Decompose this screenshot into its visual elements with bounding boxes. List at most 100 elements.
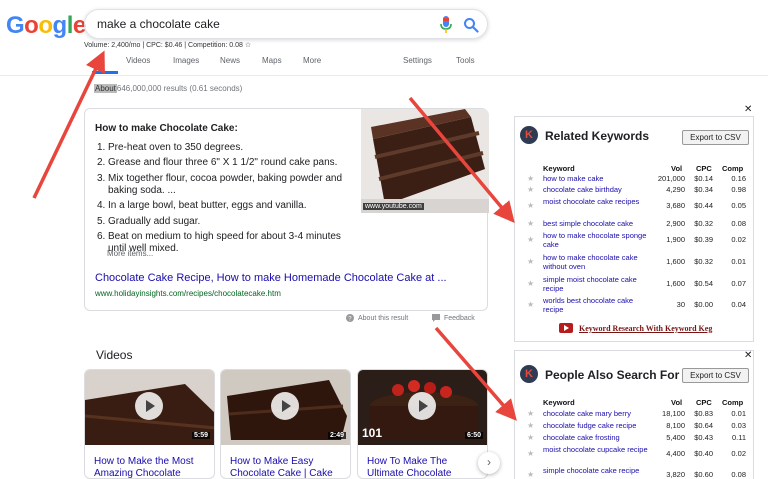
keyword-comp: 0.02	[731, 235, 746, 244]
keyword-vol: 1,600	[666, 279, 685, 288]
close-icon[interactable]: ✕	[744, 104, 752, 115]
star-icon[interactable]: ★	[527, 470, 534, 479]
export-csv-button[interactable]: Export to CSV	[682, 368, 749, 383]
col-comp: Comp	[722, 398, 744, 407]
keyword-comp: 0.08	[731, 470, 746, 479]
keyword-link[interactable]: moist chocolate cupcake recipe	[543, 445, 655, 455]
feedback-link[interactable]: Feedback	[432, 314, 475, 322]
google-logo[interactable]: Google	[6, 12, 86, 40]
keyword-vol: 4,400	[666, 449, 685, 458]
step-number: 1.	[97, 142, 106, 153]
keyword-link[interactable]: chocolate fudge cake recipe	[543, 421, 655, 431]
keyword-comp: 0.04	[731, 300, 746, 309]
microphone-icon[interactable]	[439, 16, 453, 34]
star-icon[interactable]: ★	[527, 409, 534, 419]
step-number: 3.	[97, 172, 106, 184]
export-csv-button[interactable]: Export to CSV	[682, 130, 749, 145]
active-tab-indicator	[92, 71, 118, 74]
tab-images[interactable]: Images	[173, 56, 199, 65]
related-keywords-panel: K Related Keywords Export to CSV Keyword…	[514, 116, 754, 342]
carousel-next-button[interactable]: ›	[478, 452, 500, 474]
search-input[interactable]: make a chocolate cake	[97, 17, 220, 31]
keyword-link[interactable]: chocolate cake mary berry	[543, 409, 655, 419]
more-items-link[interactable]: More items...	[107, 249, 153, 258]
star-icon[interactable]: ★	[527, 279, 534, 289]
keyword-vol: 30	[676, 300, 685, 309]
keyword-cpc: $0.54	[694, 279, 713, 288]
image-source-caption[interactable]: www.youtube.com	[363, 203, 424, 210]
star-icon[interactable]: ★	[527, 201, 534, 211]
keyword-vol: 1,600	[666, 257, 685, 266]
stats-about: About	[94, 84, 117, 93]
video-title[interactable]: How to Make the Most Amazing Chocolate	[94, 456, 210, 478]
keyword-keg-link[interactable]: Keyword Research With Keyword Keg	[559, 323, 712, 333]
tab-videos[interactable]: Videos	[126, 56, 150, 65]
star-icon[interactable]: ★	[527, 235, 534, 245]
step-item: 1. Pre-heat oven to 350 degrees.	[97, 142, 359, 154]
video-card[interactable]: 5:59 How to Make the Most Amazing Chocol…	[84, 369, 215, 479]
video-card[interactable]: 101 6:50 How To Make The Ultimate Chocol…	[357, 369, 488, 479]
step-text: Grease and flour three 6" X 1 1/2" round…	[108, 157, 338, 169]
search-icon[interactable]	[463, 17, 479, 33]
star-icon[interactable]: ★	[527, 174, 534, 184]
keywordkeg-logo: K	[520, 126, 538, 144]
search-box[interactable]: make a chocolate cake	[84, 9, 488, 39]
keyword-link[interactable]: how to make cake	[543, 174, 655, 184]
people-also-search-panel: K People Also Search For Export to CSV K…	[514, 350, 754, 479]
about-this-result[interactable]: ? About this result	[346, 314, 408, 322]
keyword-cpc: $0.34	[694, 185, 713, 194]
keyword-cpc: $0.39	[694, 235, 713, 244]
keyword-link[interactable]: chocolate cake frosting	[543, 433, 655, 443]
keyword-link[interactable]: worlds best chocolate cake recipe	[543, 296, 655, 314]
keyword-vol: 1,900	[666, 235, 685, 244]
star-icon[interactable]: ★	[527, 449, 534, 459]
col-keyword: Keyword	[543, 164, 575, 173]
logo-letter: g	[52, 12, 68, 39]
keyword-cpc: $0.64	[694, 421, 713, 430]
snippet-title: How to make Chocolate Cake:	[95, 123, 238, 134]
video-duration: 5:59	[191, 432, 210, 439]
panel-title: People Also Search For	[545, 368, 680, 382]
tab-tools[interactable]: Tools	[456, 56, 475, 65]
keyword-cpc: $0.40	[694, 449, 713, 458]
keyword-volume-line: Volume: 2,400/mo | CPC: $0.46 | Competit…	[84, 42, 252, 49]
close-icon[interactable]: ✕	[744, 350, 752, 361]
video-title[interactable]: How to Make Easy Chocolate Cake | Cake	[230, 456, 346, 478]
tab-more[interactable]: More	[303, 56, 321, 65]
col-cpc: CPC	[696, 398, 712, 407]
step-item: 2. Grease and flour three 6" X 1 1/2" rou…	[97, 157, 359, 169]
step-text: Gradually add sugar.	[108, 215, 201, 227]
keyword-vol: 5,400	[666, 433, 685, 442]
keyword-link[interactable]: moist chocolate cake recipes	[543, 197, 655, 207]
keyword-vol: 3,680	[666, 201, 685, 210]
videos-heading: Videos	[96, 348, 133, 362]
star-icon[interactable]: ★	[527, 219, 534, 229]
star-icon[interactable]: ★	[527, 300, 534, 310]
panel-title: Related Keywords	[545, 129, 650, 143]
keyword-comp: 0.02	[731, 449, 746, 458]
keyword-link[interactable]: simple moist chocolate cake recipe	[543, 275, 655, 293]
step-item: 3. Mix together flour, cocoa powder, baki…	[97, 173, 359, 197]
star-icon[interactable]: ★	[527, 257, 534, 267]
col-vol: Vol	[671, 398, 683, 407]
star-icon[interactable]: ★	[527, 433, 534, 443]
tab-settings[interactable]: Settings	[403, 56, 432, 65]
star-icon[interactable]: ★	[527, 185, 534, 195]
tab-all[interactable]: All	[96, 56, 105, 65]
video-title[interactable]: How To Make The Ultimate Chocolate	[367, 456, 483, 478]
cake-slice-image[interactable]	[361, 109, 489, 213]
keyword-comp: 0.01	[731, 257, 746, 266]
tab-maps[interactable]: Maps	[262, 56, 282, 65]
keyword-link[interactable]: simple chocolate cake recipe	[543, 466, 655, 476]
snippet-result-link[interactable]: Chocolate Cake Recipe, How to make Homem…	[95, 272, 447, 284]
keyword-link[interactable]: how to make chocolate sponge cake	[543, 231, 655, 249]
keyword-vol: 201,000	[657, 174, 685, 183]
col-comp: Comp	[722, 164, 744, 173]
star-icon[interactable]: ★	[527, 421, 534, 431]
tab-news[interactable]: News	[220, 56, 240, 65]
keyword-cpc: $0.14	[694, 174, 713, 183]
keyword-link[interactable]: how to make chocolate cake without oven	[543, 253, 655, 271]
keyword-link[interactable]: best simple chocolate cake	[543, 219, 655, 229]
keyword-link[interactable]: chocolate cake birthday	[543, 185, 655, 195]
video-card[interactable]: 2:49 How to Make Easy Chocolate Cake | C…	[220, 369, 351, 479]
